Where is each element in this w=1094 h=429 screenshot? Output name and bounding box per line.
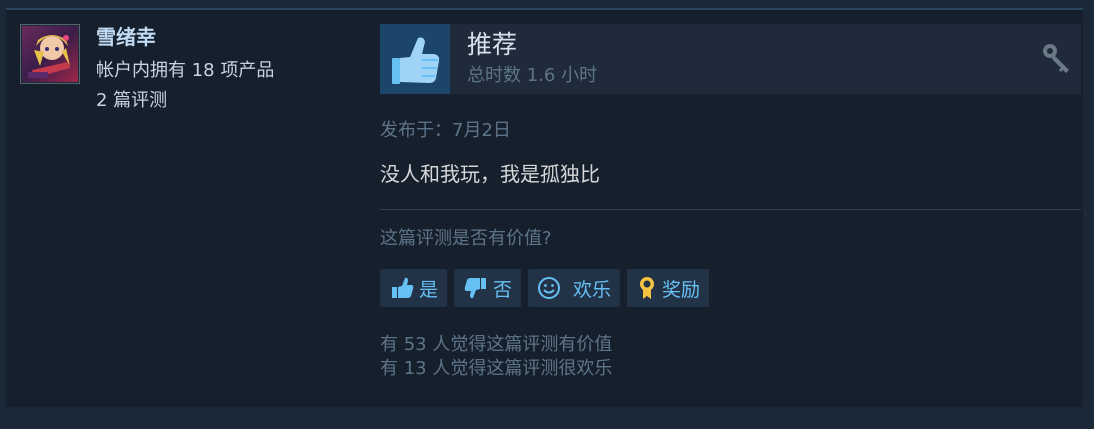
helpful-question: 这篇评测是否有价值?: [380, 228, 552, 249]
award-button[interactable]: 奖励: [627, 269, 710, 307]
vote-stats: 有 53 人觉得这篇评测有价值 有 13 人觉得这篇评测很欢乐: [380, 333, 612, 381]
playtime-hours: 总时数 1.6 小时: [467, 65, 598, 86]
vote-yes-label: 是: [419, 278, 439, 301]
avatar[interactable]: [20, 24, 80, 84]
divider: [380, 209, 1081, 210]
thumbs-down-icon: [463, 275, 489, 301]
reviewer-name[interactable]: 雪绪幸: [96, 24, 156, 50]
thumbs-up-icon: [380, 24, 450, 94]
review-text: 没人和我玩，我是孤独比: [380, 162, 600, 186]
vote-buttons: 是 否 欢乐 奖励: [380, 269, 710, 307]
recommendation-header[interactable]: 推荐 总时数 1.6 小时: [380, 24, 1081, 94]
award-label: 奖励: [662, 278, 701, 301]
recommendation-title: 推荐: [467, 30, 518, 59]
posted-date: 发布于：7月2日: [380, 120, 511, 141]
vote-funny-label: 欢乐: [573, 278, 612, 301]
vote-funny-button[interactable]: 欢乐: [528, 269, 621, 307]
award-medal-icon: [636, 275, 658, 301]
review-count[interactable]: 2 篇评测: [96, 90, 167, 112]
smiley-icon: [537, 276, 561, 300]
vote-yes-button[interactable]: 是: [380, 269, 448, 307]
helpful-count-text: 有 53 人觉得这篇评测有价值: [380, 334, 613, 355]
vote-no-button[interactable]: 否: [454, 269, 522, 307]
products-owned[interactable]: 帐户内拥有 18 项产品: [96, 60, 274, 82]
review-card: 雪绪幸 帐户内拥有 18 项产品 2 篇评测 推荐 总时数 1.6 小时 发布于…: [6, 8, 1083, 407]
vote-no-label: 否: [493, 278, 513, 301]
key-icon: [1041, 42, 1073, 74]
funny-count-text: 有 13 人觉得这篇评测很欢乐: [380, 358, 613, 379]
thumbs-up-icon: [389, 275, 415, 301]
